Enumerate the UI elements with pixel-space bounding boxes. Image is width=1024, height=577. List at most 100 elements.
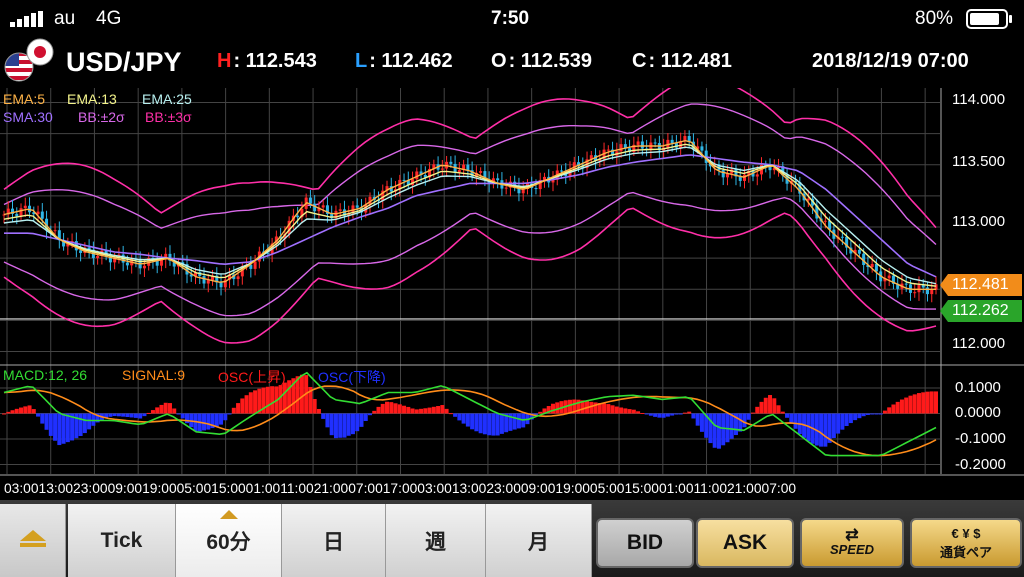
osc-bar [836, 413, 841, 434]
osc-bar [121, 413, 126, 417]
candle-body [479, 171, 483, 173]
osc-bar [470, 413, 475, 430]
osc-bar [478, 413, 483, 434]
osc-bar [857, 413, 862, 419]
legend-bb2: BB:±2σ [78, 109, 125, 125]
osc-bar [223, 413, 228, 421]
candle-body [930, 289, 934, 295]
currency-pair-button[interactable]: € ¥ $ 通貨ペア [910, 518, 1022, 568]
bid-button[interactable]: BID [596, 518, 694, 568]
osc-bar [589, 401, 594, 414]
osc-bar [10, 410, 15, 414]
osc-bar [568, 399, 573, 414]
speed-arrows-icon: ⇄ [845, 526, 859, 544]
legend-ema13: EMA:13 [67, 91, 117, 107]
macd-tick-1: 0.0000 [955, 404, 1001, 421]
osc-bar [687, 411, 692, 414]
osc-bar [614, 406, 619, 414]
candle-body [721, 170, 725, 178]
osc-bar [699, 413, 704, 432]
osc-bar [150, 410, 155, 414]
legend-ema25: EMA:25 [142, 91, 192, 107]
osc-bar [768, 395, 773, 414]
legend-sma30: SMA:30 [3, 109, 53, 125]
osc-bar [721, 413, 726, 446]
osc-bar [785, 413, 790, 418]
osc-bar [380, 403, 385, 414]
osc-bar [402, 405, 407, 414]
candle-body [640, 141, 644, 149]
chart-canvas[interactable] [0, 88, 1024, 500]
tab-60min[interactable]: 60分 [176, 504, 282, 577]
legend-osc-up: OSC(上昇) [218, 369, 286, 385]
candle-body [496, 178, 500, 181]
osc-bar [738, 413, 743, 432]
osc-bar [644, 413, 649, 415]
osc-bar [78, 413, 83, 437]
osc-bar [819, 413, 824, 447]
osc-bar [742, 413, 747, 428]
osc-bar [372, 410, 377, 414]
osc-bar [550, 403, 555, 414]
battery-percent: 80% [915, 8, 954, 29]
osc-bar [606, 404, 611, 414]
osc-bar [661, 413, 666, 418]
osc-bar [312, 398, 317, 414]
osc-bar [133, 413, 138, 418]
candle-body [700, 146, 704, 151]
candle-body [19, 208, 23, 217]
osc-bar [921, 392, 926, 414]
candle-body [619, 144, 623, 152]
osc-bar [482, 413, 487, 435]
osc-bar [831, 413, 836, 438]
osc-bar [538, 411, 543, 414]
osc-bar [82, 413, 87, 434]
carrier-label: au [54, 8, 76, 29]
osc-bar [350, 413, 355, 435]
osc-bar [436, 406, 441, 414]
osc-bar [844, 413, 849, 427]
battery-icon [966, 9, 1014, 29]
candle-body [887, 275, 891, 279]
osc-bar [53, 413, 58, 441]
tab-month[interactable]: 月 [486, 504, 592, 577]
candle-body [917, 284, 921, 293]
pair-title[interactable]: USD/JPY [66, 47, 182, 78]
candle-body [742, 174, 746, 181]
osc-bar [653, 413, 658, 417]
candle-body [440, 168, 444, 170]
price-chart[interactable]: EMA:5 EMA:13 EMA:25 SMA:30 BB:±2σ BB:±3σ… [0, 88, 1024, 500]
speed-button[interactable]: ⇄ SPEED [800, 518, 904, 568]
tab-day[interactable]: 日 [282, 504, 386, 577]
osc-bar [155, 407, 160, 414]
osc-bar [474, 413, 479, 432]
legend-bb3: BB:±3σ [145, 109, 192, 125]
osc-bar [2, 413, 6, 415]
osc-bar [870, 413, 875, 415]
candle-body [449, 161, 453, 164]
osc-bar [389, 402, 394, 414]
collapse-button[interactable] [0, 504, 66, 577]
osc-bar [338, 413, 343, 438]
osc-bar [23, 406, 28, 414]
candle-body [355, 205, 359, 208]
osc-bar [619, 407, 624, 414]
osc-bar [385, 401, 390, 414]
osc-bar [125, 413, 130, 417]
tab-week[interactable]: 週 [386, 504, 486, 577]
osc-bar [431, 406, 436, 414]
osc-bar [780, 411, 785, 414]
osc-bar [904, 397, 909, 414]
osc-bar [695, 413, 700, 426]
osc-bar [299, 374, 304, 414]
tab-tick[interactable]: Tick [68, 504, 176, 577]
osc-bar [746, 413, 751, 420]
bb-lower-3 [3, 207, 937, 344]
osc-bar [929, 391, 934, 414]
osc-bar [342, 413, 347, 438]
ask-button[interactable]: ASK [696, 518, 794, 568]
bottom-toolbar: Tick 60分 日 週 月 BID ASK ⇄ SPEED € ¥ $ 通貨ペ… [0, 500, 1024, 577]
osc-bar [31, 409, 36, 414]
candle-body [125, 262, 129, 266]
osc-bar [129, 413, 134, 418]
